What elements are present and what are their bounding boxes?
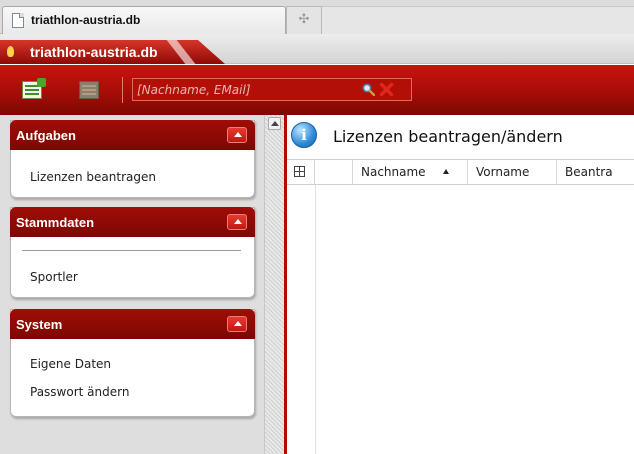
- sidebar-item-lizenzen-beantragen[interactable]: Lizenzen beantragen: [30, 170, 156, 184]
- sort-ascending-icon: [443, 169, 449, 174]
- document-icon: [12, 13, 24, 28]
- panel-aufgaben: Aufgaben Lizenzen beantragen: [10, 120, 255, 198]
- plus-box-icon: [294, 166, 305, 177]
- main-content: i Lizenzen beantragen/ändern Nachname Vo…: [287, 115, 634, 454]
- panel-divider: [22, 250, 241, 251]
- panel-header-aufgaben[interactable]: Aufgaben: [10, 120, 255, 150]
- column-label: Beantra: [565, 165, 613, 179]
- column-header-vorname[interactable]: Vorname: [468, 160, 557, 184]
- clear-icon[interactable]: [379, 82, 394, 97]
- column-label: Vorname: [476, 165, 530, 179]
- search-input[interactable]: [135, 80, 353, 99]
- app-tab[interactable]: triathlon-austria.db: [0, 40, 225, 64]
- grid-header-spacer: [315, 160, 353, 184]
- column-label: Nachname: [361, 165, 426, 179]
- page-title: Lizenzen beantragen/ändern: [333, 127, 563, 146]
- panel-title: Stammdaten: [16, 215, 95, 230]
- search-box: [132, 78, 412, 101]
- collapse-icon[interactable]: [227, 214, 247, 230]
- sidebar-scrollbar[interactable]: [264, 115, 284, 454]
- panel-title: Aufgaben: [16, 128, 76, 143]
- browser-tab[interactable]: triathlon-austria.db: [2, 6, 286, 34]
- sidebar-item-sportler[interactable]: Sportler: [30, 270, 78, 284]
- grid-column-line: [315, 185, 316, 454]
- browser-tab-title: triathlon-austria.db: [31, 13, 141, 27]
- app-title: triathlon-austria.db: [30, 44, 158, 60]
- panel-stammdaten: Stammdaten Sportler: [10, 207, 255, 298]
- sidebar: Aufgaben Lizenzen beantragen Stammdaten …: [0, 115, 264, 454]
- tab-strip-filler: [322, 6, 634, 34]
- column-header-nachname[interactable]: Nachname: [353, 160, 468, 184]
- sidebar-item-eigene-daten[interactable]: Eigene Daten: [30, 357, 111, 371]
- app-title-bar: triathlon-austria.db: [0, 34, 634, 64]
- panel-header-system[interactable]: System: [10, 309, 255, 339]
- decorative-stripe: [166, 40, 196, 64]
- browser-tab-strip: triathlon-austria.db ✣: [0, 0, 634, 34]
- column-header-beantragt[interactable]: Beantra: [557, 160, 634, 184]
- collapse-icon[interactable]: [227, 127, 247, 143]
- panel-header-stammdaten[interactable]: Stammdaten: [10, 207, 255, 237]
- sidebar-item-passwort-aendern[interactable]: Passwort ändern: [30, 385, 129, 399]
- collapse-icon[interactable]: [227, 316, 247, 332]
- toolbar-divider: [122, 77, 123, 103]
- expand-all-button[interactable]: [289, 160, 315, 184]
- scroll-up-icon[interactable]: [268, 117, 281, 130]
- info-icon: i: [291, 122, 317, 148]
- new-tab-button[interactable]: ✣: [286, 6, 322, 34]
- search-icon[interactable]: [362, 83, 375, 96]
- edit-record-icon[interactable]: [79, 81, 99, 99]
- panel-title: System: [16, 317, 63, 332]
- toolbar: [0, 65, 634, 115]
- panel-system: System Eigene Daten Passwort ändern: [10, 309, 255, 417]
- app-logo-icon: [7, 46, 14, 57]
- grid-header: Nachname Vorname Beantra: [287, 159, 634, 185]
- new-record-icon[interactable]: [22, 78, 46, 99]
